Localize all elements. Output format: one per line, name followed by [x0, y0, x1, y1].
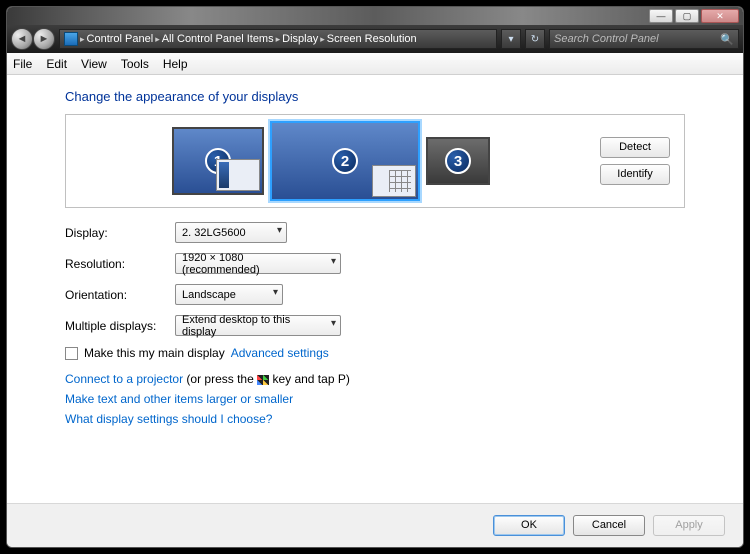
breadcrumb[interactable]: ▸ Control Panel ▸ All Control Panel Item… [59, 29, 497, 49]
monitor-number: 3 [445, 148, 471, 174]
refresh-button[interactable]: ↻ [525, 29, 545, 49]
advanced-settings-link[interactable]: Advanced settings [231, 346, 329, 360]
text-size-link[interactable]: Make text and other items larger or smal… [65, 392, 293, 406]
display-help-link[interactable]: What display settings should I choose? [65, 412, 272, 426]
breadcrumb-item[interactable]: All Control Panel Items [162, 33, 274, 45]
monitor-number: 2 [332, 148, 358, 174]
displays-area[interactable]: 1 2 3 [80, 125, 582, 197]
connect-projector-link[interactable]: Connect to a projector [65, 372, 183, 386]
menubar: File Edit View Tools Help [7, 53, 743, 75]
titlebar: — ▢ ✕ [7, 7, 743, 25]
breadcrumb-separator: ▸ [320, 34, 325, 45]
monitor-3[interactable]: 3 [426, 137, 490, 185]
orientation-dropdown[interactable]: Landscape [175, 284, 283, 305]
breadcrumb-item[interactable]: Screen Resolution [327, 33, 417, 45]
main-display-checkbox[interactable] [65, 347, 78, 360]
multiple-displays-dropdown[interactable]: Extend desktop to this display [175, 315, 341, 336]
page-heading: Change the appearance of your displays [65, 89, 685, 104]
breadcrumb-separator: ▸ [155, 34, 160, 45]
window: — ▢ ✕ ◄ ► ▸ Control Panel ▸ All Control … [6, 6, 744, 548]
menu-view[interactable]: View [81, 57, 107, 71]
history-dropdown[interactable]: ▾ [501, 29, 521, 49]
menu-tools[interactable]: Tools [121, 57, 149, 71]
nav-forward-button[interactable]: ► [33, 28, 55, 50]
search-input[interactable]: Search Control Panel 🔍 [549, 29, 739, 49]
monitor-1[interactable]: 1 [172, 127, 264, 195]
minimize-button[interactable]: — [649, 9, 673, 23]
resolution-dropdown[interactable]: 1920 × 1080 (recommended) [175, 253, 341, 274]
projector-hint-2: key and tap P) [269, 372, 350, 386]
apply-button[interactable]: Apply [653, 515, 725, 536]
breadcrumb-item[interactable]: Control Panel [87, 33, 154, 45]
close-button[interactable]: ✕ [701, 9, 739, 23]
monitor-thumbnail [216, 159, 260, 191]
orientation-label: Orientation: [65, 288, 175, 302]
menu-file[interactable]: File [13, 57, 32, 71]
ok-button[interactable]: OK [493, 515, 565, 536]
windows-key-icon [257, 375, 269, 385]
control-panel-icon [64, 32, 78, 46]
projector-hint: (or press the [183, 372, 257, 386]
nav-back-button[interactable]: ◄ [11, 28, 33, 50]
breadcrumb-separator: ▸ [80, 34, 85, 45]
monitor-2[interactable]: 2 [270, 121, 420, 201]
maximize-button[interactable]: ▢ [675, 9, 699, 23]
display-dropdown[interactable]: 2. 32LG5600 [175, 222, 287, 243]
breadcrumb-separator: ▸ [276, 34, 281, 45]
breadcrumb-item[interactable]: Display [282, 33, 318, 45]
multiple-displays-label: Multiple displays: [65, 319, 175, 333]
resolution-label: Resolution: [65, 257, 175, 271]
displays-preview-box: 1 2 3 Detect Identify [65, 114, 685, 208]
monitor-thumbnail [372, 165, 416, 197]
nav-toolbar: ◄ ► ▸ Control Panel ▸ All Control Panel … [7, 25, 743, 53]
main-display-checkbox-label: Make this my main display [84, 346, 225, 360]
detect-button[interactable]: Detect [600, 137, 670, 158]
identify-button[interactable]: Identify [600, 164, 670, 185]
search-placeholder: Search Control Panel [554, 33, 659, 45]
dialog-footer: OK Cancel Apply [7, 503, 743, 547]
display-label: Display: [65, 226, 175, 240]
menu-edit[interactable]: Edit [46, 57, 67, 71]
content-area: Change the appearance of your displays 1… [7, 75, 743, 503]
cancel-button[interactable]: Cancel [573, 515, 645, 536]
menu-help[interactable]: Help [163, 57, 188, 71]
search-icon: 🔍 [720, 33, 734, 46]
